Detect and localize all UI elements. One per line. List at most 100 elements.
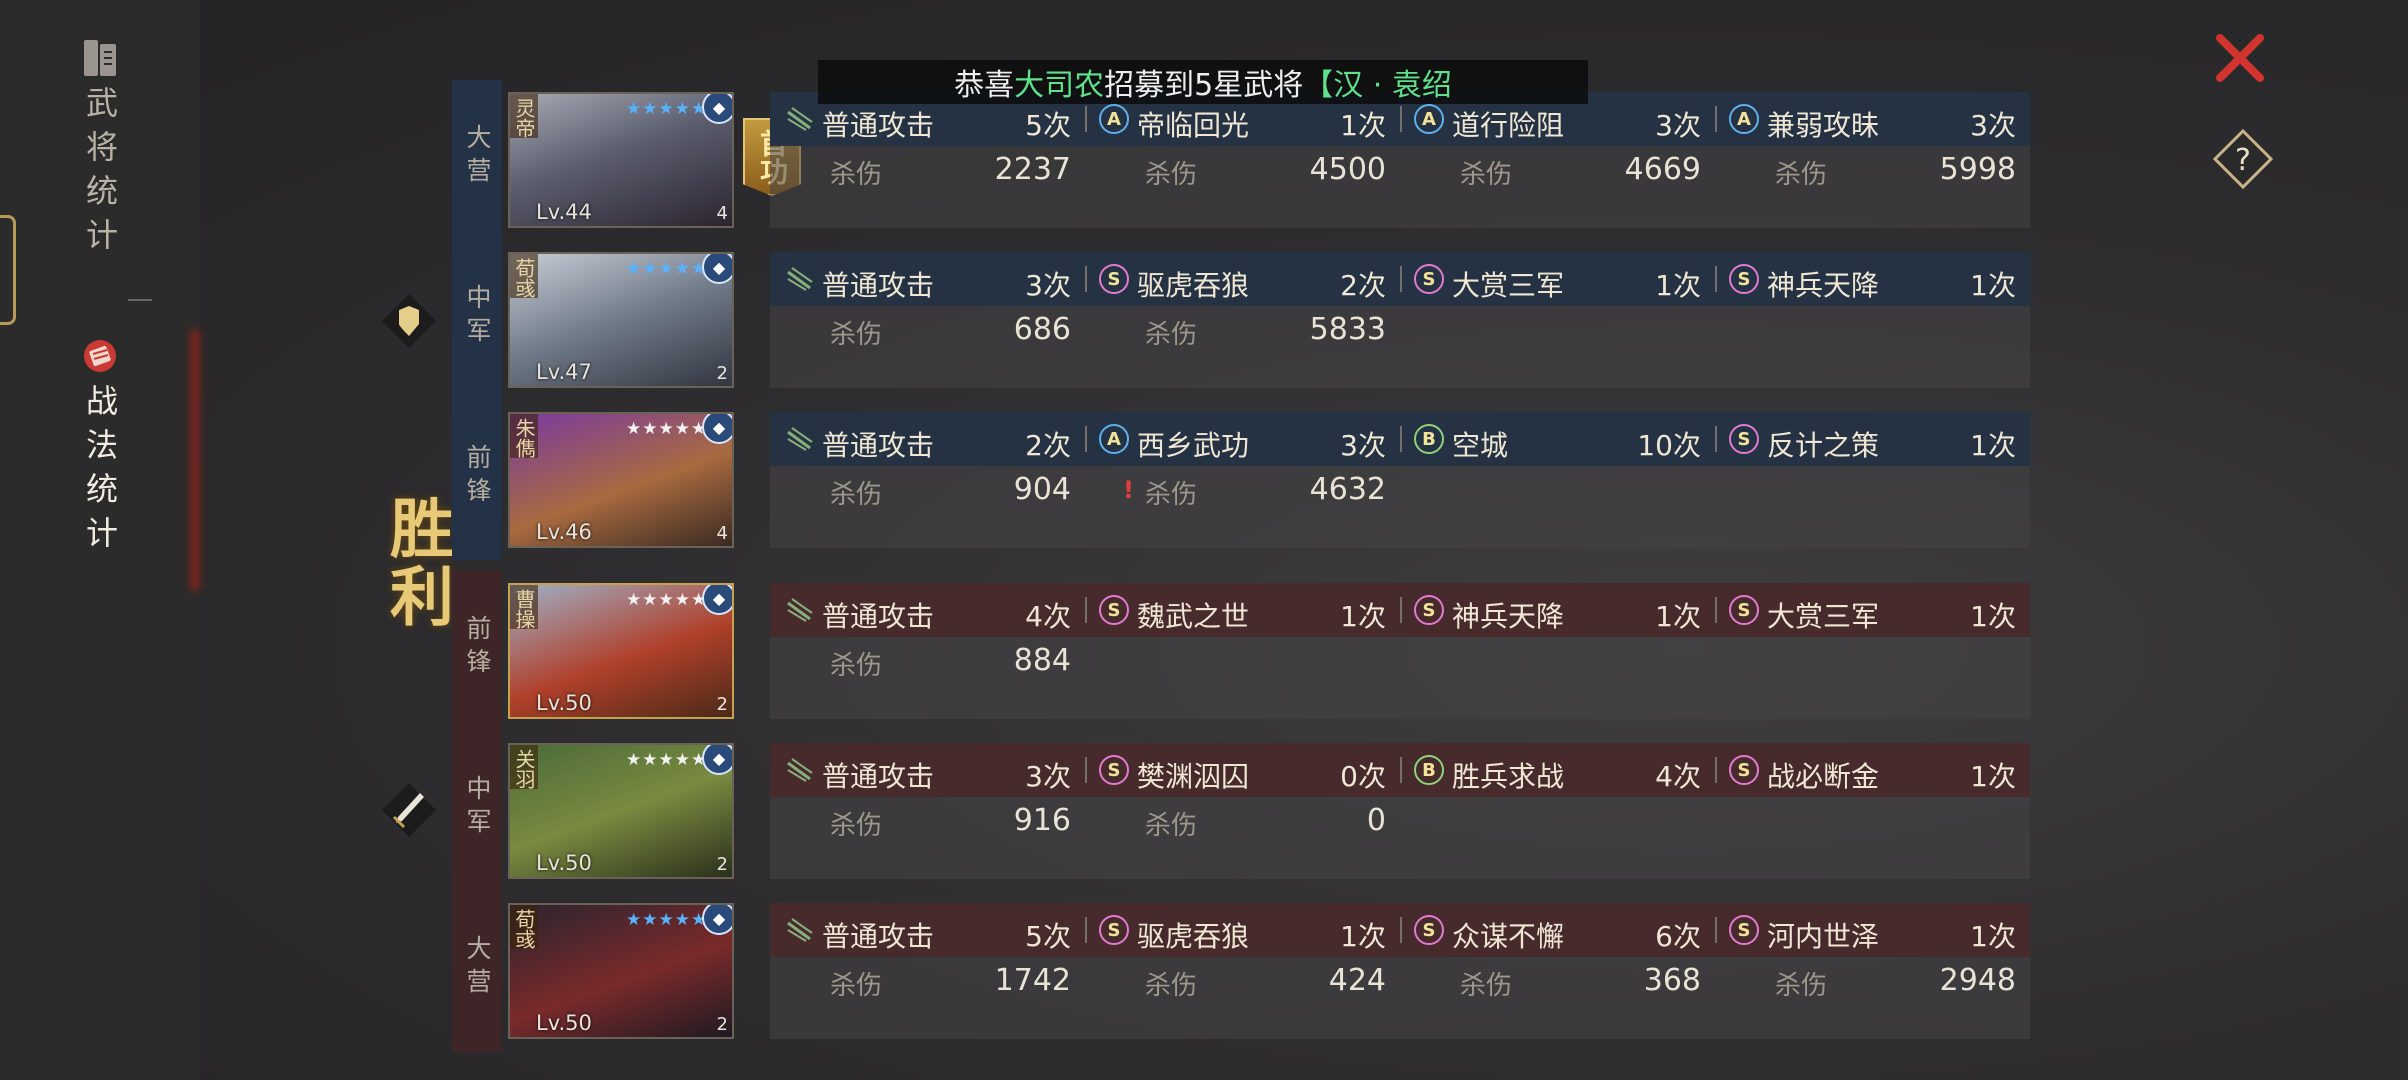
tab-tactic-stats[interactable]: 战法统计	[0, 334, 200, 560]
skill-entry[interactable]: 普通攻击 4次	[770, 583, 1085, 637]
skill-entry[interactable]: S 神兵天降 1次	[1715, 252, 2030, 306]
normal-attack-icon	[787, 758, 813, 782]
help-icon[interactable]: ?	[2212, 128, 2274, 190]
general-portrait[interactable]: 荀彧 ★★★★★ ◆ Lv.50 2	[508, 903, 734, 1039]
damage-stat: 杀伤 0	[1085, 797, 1400, 843]
skill-name: 河内世泽	[1767, 920, 1880, 953]
skill-stats-row: 普通攻击 3次 杀伤 686 S 驱虎吞狼 2次 杀伤 5833 S 大赏三军	[770, 252, 2030, 388]
tab-general-stats[interactable]: 武将统计	[0, 36, 200, 262]
skill-entry[interactable]: S 反计之策 1次	[1715, 412, 2030, 466]
skill-entry[interactable]: S 神兵天降 1次	[1400, 583, 1715, 637]
damage-value: 5998	[1939, 152, 2016, 187]
skill-entry[interactable]: S 河内世泽 1次	[1715, 903, 2030, 957]
awakening-count: 4	[716, 203, 728, 224]
skill-grade-s-icon: S	[1099, 755, 1129, 785]
skill-entry[interactable]: 普通攻击 3次	[770, 252, 1085, 306]
damage-stat: 杀伤 916	[770, 797, 1085, 843]
awaken-badge-icon: ◆	[702, 94, 732, 124]
skill-name: 帝临回光	[1137, 109, 1250, 142]
skill-use-count: 2次	[1025, 429, 1071, 462]
skill-stats-row: 普通攻击 4次 杀伤 884 S 魏武之世 1次 S 神兵天降 1次 S 大赏三	[770, 583, 2030, 719]
awaken-badge-icon: ◆	[702, 254, 732, 284]
skill-name: 普通攻击	[822, 920, 935, 953]
skill-entry[interactable]: 普通攻击 5次	[770, 903, 1085, 957]
damage-value: 4500	[1309, 152, 1386, 187]
damage-label: 杀伤	[1145, 480, 1198, 510]
skill-grade-s-icon: S	[1729, 424, 1759, 454]
skill-separator	[1085, 426, 1087, 452]
position-label: 前锋	[463, 444, 492, 510]
damage-value: 1742	[994, 963, 1071, 998]
skill-name: 众谋不懈	[1452, 920, 1565, 953]
skill-stats-row: 普通攻击 5次 杀伤 2237 A 帝临回光 1次 杀伤 4500 A 道行险阻	[770, 92, 2030, 228]
general-portrait[interactable]: 荀彧 ★★★★★ ◆ Lv.47 2	[508, 252, 734, 388]
general-name: 灵帝	[510, 94, 538, 138]
scroll-icon	[84, 340, 116, 372]
skill-entry[interactable]: B 空城 10次	[1400, 412, 1715, 466]
damage-label: 杀伤	[830, 320, 883, 350]
skill-entry[interactable]: S 战必断金 1次	[1715, 743, 2030, 797]
damage-label: 杀伤	[1775, 160, 1828, 190]
skill-separator	[1085, 266, 1087, 292]
general-name: 荀彧	[510, 254, 538, 298]
damage-label: 杀伤	[830, 971, 883, 1001]
skill-entry[interactable]: S 驱虎吞狼 1次	[1085, 903, 1400, 957]
skill-grade-b-icon: B	[1414, 755, 1444, 785]
star-rating: ★★★★★	[626, 750, 708, 770]
general-portrait[interactable]: 关羽 ★★★★★ ◆ Lv.50 2	[508, 743, 734, 879]
skill-use-count: 1次	[1970, 760, 2016, 793]
skill-entry[interactable]: S 大赏三军 1次	[1400, 252, 1715, 306]
skill-separator	[1085, 106, 1087, 132]
skill-entry[interactable]: S 驱虎吞狼 2次	[1085, 252, 1400, 306]
general-portrait[interactable]: 灵帝 ★★★★★ ◆ Lv.44 4	[508, 92, 734, 228]
general-level: Lv.50	[536, 1011, 592, 1035]
skill-use-count: 1次	[1970, 269, 2016, 302]
general-portrait[interactable]: 朱儁 ★★★★★ ◆ Lv.46 4	[508, 412, 734, 548]
tab-general-stats-label: 武将统计	[81, 86, 119, 262]
sword-icon	[382, 783, 436, 837]
skill-use-count: 2次	[1340, 269, 1386, 302]
normal-attack-icon	[787, 427, 813, 451]
skill-entry[interactable]: S 大赏三军 1次	[1715, 583, 2030, 637]
skill-entry[interactable]: A 兼弱攻昧 3次	[1715, 92, 2030, 146]
skill-use-count: 5次	[1025, 920, 1071, 953]
skill-entry[interactable]: A 西乡武功 3次	[1085, 412, 1400, 466]
skill-name: 神兵天降	[1452, 600, 1565, 633]
skill-entry[interactable]: B 胜兵求战 4次	[1400, 743, 1715, 797]
skill-name: 战必断金	[1767, 760, 1880, 793]
general-name: 关羽	[510, 745, 538, 789]
star-rating: ★★★★★	[626, 419, 708, 439]
skill-use-count: 1次	[1655, 600, 1701, 633]
skill-entry[interactable]: S 樊渊泅囚 0次	[1085, 743, 1400, 797]
skill-use-count: 5次	[1025, 109, 1071, 142]
damage-stat: 杀伤 904	[770, 466, 1085, 512]
damage-stat: 杀伤 2237	[770, 146, 1085, 192]
skill-separator	[1715, 597, 1717, 623]
skill-use-count: 3次	[1340, 429, 1386, 462]
skill-use-count: 3次	[1025, 760, 1071, 793]
skill-entry[interactable]: S 众谋不懈 6次	[1400, 903, 1715, 957]
awaken-badge-icon: ◆	[702, 745, 732, 775]
skill-use-count: 1次	[1340, 600, 1386, 633]
skill-name: 大赏三军	[1767, 600, 1880, 633]
star-rating: ★★★★★	[626, 590, 708, 610]
damage-stat: 杀伤 368	[1400, 957, 1715, 1003]
damage-label: 杀伤	[830, 811, 883, 841]
skill-name: 反计之策	[1767, 429, 1880, 462]
skill-grade-s-icon: S	[1729, 755, 1759, 785]
skill-entry[interactable]: 普通攻击 3次	[770, 743, 1085, 797]
skill-entry[interactable]: 普通攻击 2次	[770, 412, 1085, 466]
skill-name: 空城	[1452, 429, 1509, 462]
skill-use-count: 10次	[1637, 429, 1701, 462]
general-portrait[interactable]: 曹操 ★★★★★ ◆ Lv.50 2	[508, 583, 734, 719]
skill-entry[interactable]: S 魏武之世 1次	[1085, 583, 1400, 637]
banner-middle: 招募到5星武将	[1104, 68, 1304, 103]
awakening-count: 4	[716, 523, 728, 544]
damage-stat: 杀伤 5833	[1085, 306, 1400, 352]
close-icon[interactable]	[2210, 28, 2270, 88]
damage-value: 2948	[1939, 963, 2016, 998]
skill-separator	[1715, 106, 1717, 132]
sidebar: 武将统计 战法统计	[0, 0, 202, 1080]
star-rating: ★★★★★	[626, 99, 708, 119]
awaken-badge-icon: ◆	[702, 414, 732, 444]
